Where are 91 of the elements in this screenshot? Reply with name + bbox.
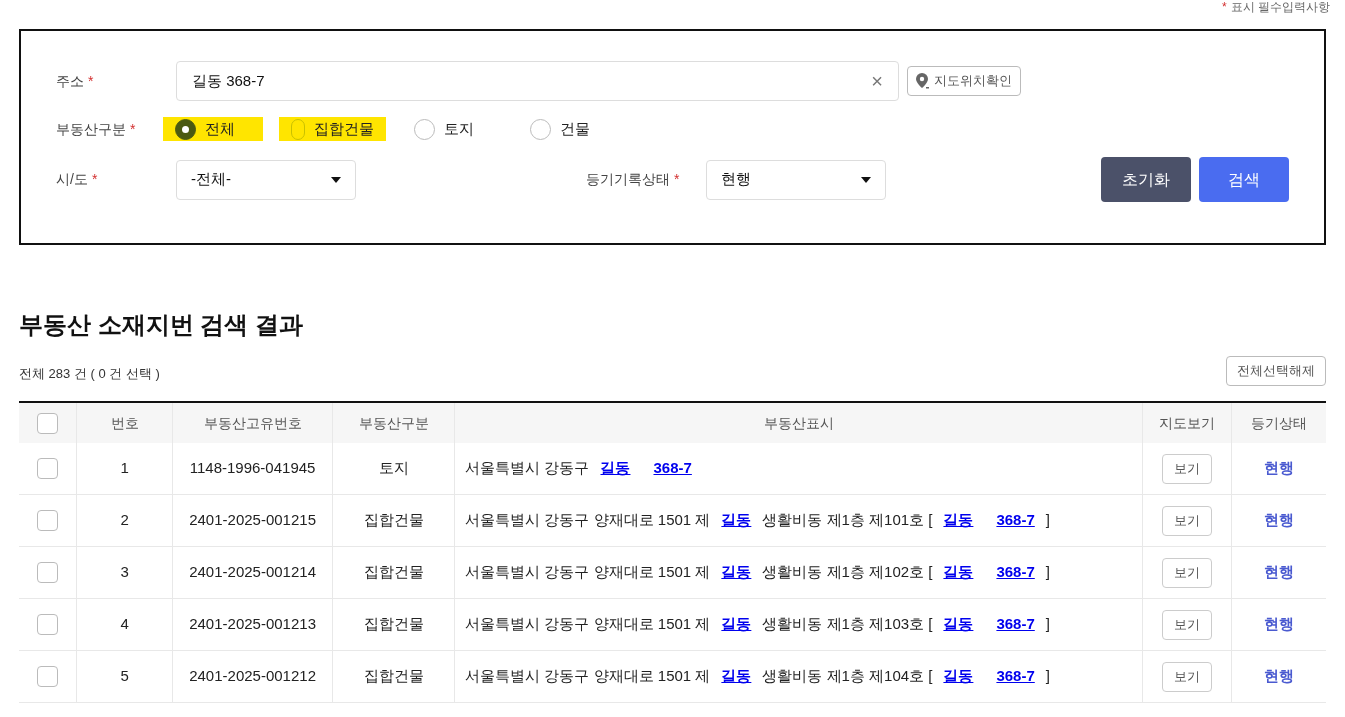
address-link[interactable]: 368-7 [996, 509, 1035, 532]
address-text: ] [1045, 666, 1050, 687]
registry-status: 현행 [1264, 614, 1295, 635]
deselect-all-button[interactable]: 전체선택해제 [1226, 356, 1326, 386]
search-button[interactable]: 검색 [1199, 157, 1289, 202]
registry-status: 현행 [1264, 510, 1295, 531]
column-header: 등기상태 [1250, 413, 1309, 433]
table-cell-text: 집합건물 [363, 562, 424, 583]
required-mark: * [88, 71, 94, 91]
required-mark: * [674, 170, 680, 189]
address-text: ] [1045, 614, 1050, 635]
checkbox[interactable] [36, 412, 58, 434]
address-link[interactable]: 368-7 [653, 457, 692, 480]
address-field[interactable]: 길동 368-7 × [176, 61, 899, 101]
address-link[interactable]: 길동 [943, 613, 974, 636]
checkbox[interactable] [36, 562, 58, 583]
address-link[interactable]: 길동 [721, 665, 752, 688]
required-note: 표시 필수입력사항 [1230, 0, 1330, 15]
radio-option[interactable]: 건물 [518, 117, 618, 141]
checkbox[interactable] [36, 510, 58, 531]
address-text: 서울특별시 강동구 양재대로 1501 제 [465, 510, 711, 531]
address-link[interactable]: 길동 [943, 509, 974, 532]
table-cell-text: 2401-2025-001213 [189, 614, 316, 635]
table-cell-text: 2 [120, 510, 129, 531]
reset-button[interactable]: 초기화 [1101, 157, 1191, 202]
table-cell-text: 4 [120, 614, 129, 635]
registry-status: 현행 [1264, 666, 1295, 687]
result-count: 전체 283 건 ( 0 건 선택 ) [19, 364, 160, 383]
column-header: 부동산고유번호 [173, 403, 333, 443]
view-map-button[interactable]: 보기 [1162, 505, 1213, 536]
map-location-button[interactable]: 지도위치확인 [907, 66, 1021, 96]
address-link[interactable]: 길동 [721, 509, 752, 532]
radio-option[interactable]: 토지 [402, 117, 502, 141]
column-header: 지도보기 [1142, 403, 1233, 443]
view-map-button[interactable]: 보기 [1162, 557, 1213, 588]
address-link[interactable]: 길동 [600, 457, 631, 480]
required-mark: * [1222, 0, 1227, 15]
table-cell-text: 5 [120, 666, 129, 687]
address-text: ] [1045, 510, 1050, 531]
address-link[interactable]: 길동 [721, 613, 752, 636]
table-cell-text: 토지 [378, 458, 409, 479]
table-cell-text: 2401-2025-001215 [189, 510, 316, 531]
address-link[interactable]: 368-7 [996, 665, 1035, 688]
caret-icon [861, 176, 871, 183]
table-cell-text: 1 [120, 458, 129, 479]
address-text: 생활비동 제1층 제101호 [ [762, 510, 933, 531]
address-text: 서울특별시 강동구 [465, 458, 590, 479]
registry-status: 현행 [1264, 458, 1295, 479]
caret-icon [331, 176, 341, 183]
table-cell-text: 2401-2025-001212 [189, 666, 316, 687]
address-text: 생활비동 제1층 제102호 [ [762, 562, 933, 583]
address-link[interactable]: 길동 [721, 561, 752, 584]
clear-icon[interactable]: × [871, 66, 883, 96]
field-label: 주소 [56, 71, 84, 91]
field-label: 부동산구분 [56, 119, 126, 139]
address-text: 서울특별시 강동구 양재대로 1501 제 [465, 562, 711, 583]
radio-option[interactable]: 집합건물 [279, 117, 386, 141]
select-field[interactable]: -전체- [176, 159, 356, 200]
view-map-button[interactable]: 보기 [1162, 661, 1213, 692]
address-text: 생활비동 제1층 제103호 [ [762, 614, 933, 635]
column-header: 부동산구분 [332, 403, 456, 443]
table-cell-text: 3 [120, 562, 129, 583]
view-map-button[interactable]: 보기 [1162, 453, 1213, 484]
field-label: 시/도 [56, 170, 88, 189]
address-link[interactable]: 길동 [943, 561, 974, 584]
map-pin-icon [916, 73, 930, 89]
table-cell-text: 집합건물 [363, 510, 424, 531]
address-link[interactable]: 368-7 [996, 561, 1035, 584]
view-map-button[interactable]: 보기 [1162, 609, 1213, 640]
address-link[interactable]: 길동 [943, 665, 974, 688]
select-field[interactable]: 현행 [706, 159, 886, 200]
table-cell-text: 2401-2025-001214 [189, 562, 316, 583]
checkbox[interactable] [36, 666, 58, 687]
checkbox[interactable] [36, 458, 58, 479]
required-mark: * [91, 170, 98, 189]
registry-status: 현행 [1264, 562, 1295, 583]
required-mark: * [130, 119, 136, 139]
table-cell-text: 집합건물 [363, 614, 424, 635]
field-label: 등기기록상태 [586, 170, 670, 189]
column-header: 부동산표시 [455, 403, 1143, 443]
column-header: 번호 [76, 403, 174, 443]
results-title: 부동산 소재지번 검색 결과 [19, 310, 304, 340]
table-cell-text: 집합건물 [363, 666, 424, 687]
address-text: 서울특별시 강동구 양재대로 1501 제 [465, 666, 711, 687]
address-text: ] [1045, 562, 1050, 583]
radio-option[interactable]: 전체 [163, 117, 263, 141]
address-text: 생활비동 제1층 제104호 [ [762, 666, 933, 687]
table-cell-text: 1148-1996-041945 [189, 458, 316, 479]
checkbox[interactable] [36, 614, 58, 635]
address-text: 서울특별시 강동구 양재대로 1501 제 [465, 614, 711, 635]
address-link[interactable]: 368-7 [996, 613, 1035, 636]
